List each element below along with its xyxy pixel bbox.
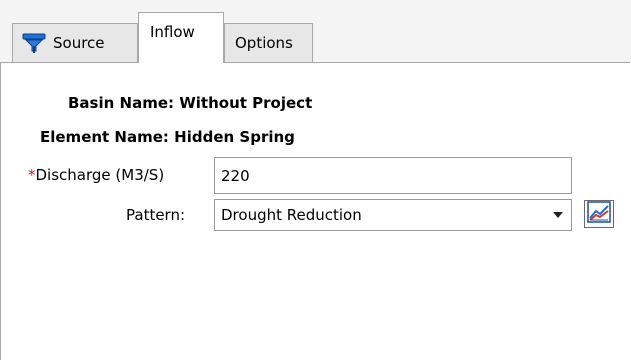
tab-inflow[interactable]: Inflow [138,12,224,63]
pattern-select-value: Drought Reduction [221,206,362,224]
basin-name-label: Basin Name: [68,94,175,112]
chevron-down-icon [553,212,563,218]
element-name-label: Element Name: [40,128,169,146]
source-funnel-icon [21,32,47,54]
chart-icon [587,201,611,227]
pattern-label: Pattern: [126,206,186,224]
tab-strip: Source Inflow Options [0,0,631,63]
element-name-value: Hidden Spring [174,128,295,146]
element-name-row: Element Name: Hidden Spring [40,128,295,146]
pattern-select[interactable]: Drought Reduction [214,199,572,231]
discharge-label: Discharge (M3/S) [35,166,165,184]
tab-options-label: Options [235,34,293,52]
discharge-label-row: *Discharge (M3/S) [28,166,164,184]
tab-source-label: Source [53,34,105,52]
pattern-chart-button[interactable] [584,200,614,228]
basin-name-value: Without Project [179,94,313,112]
discharge-input[interactable]: 220 [214,157,572,194]
basin-name-row: Basin Name: Without Project [68,94,312,112]
pattern-label-row: Pattern: [126,206,185,224]
tab-source[interactable]: Source [12,23,138,62]
tab-options[interactable]: Options [224,23,313,62]
required-marker: * [28,166,36,184]
tab-inflow-label: Inflow [150,23,195,41]
discharge-input-value: 220 [221,166,250,185]
